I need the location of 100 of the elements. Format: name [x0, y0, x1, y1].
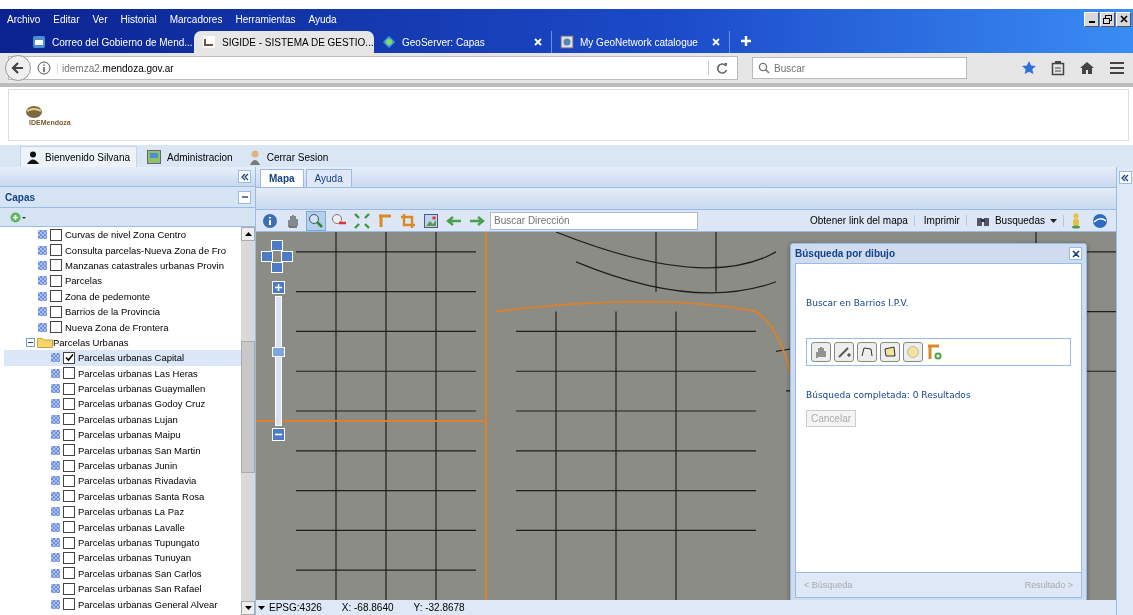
toolbar-button[interactable]: Obtener link del mapa: [804, 215, 915, 226]
checkbox[interactable]: [63, 521, 75, 534]
layer-row[interactable]: Parcelas urbanas San Martin: [4, 442, 241, 458]
pencil-icon[interactable]: [834, 342, 854, 362]
checkbox[interactable]: [63, 398, 75, 410]
checkbox[interactable]: [50, 228, 62, 241]
checkbox[interactable]: [50, 290, 62, 303]
menu-item[interactable]: Ver: [91, 13, 109, 25]
hand-icon[interactable]: [811, 342, 831, 362]
menu-item[interactable]: Herramientas: [234, 13, 297, 25]
address-bar[interactable]: idemza2.mendoza.gov.ar: [8, 56, 738, 80]
layer-label: Parcelas: [65, 275, 102, 287]
checkbox[interactable]: [63, 444, 75, 457]
search-menu-button[interactable]: Busquedas: [969, 214, 1064, 227]
layer-row[interactable]: Parcelas urbanas La Paz: [4, 504, 241, 520]
checkbox[interactable]: [63, 536, 75, 549]
checkbox[interactable]: [63, 598, 75, 611]
checkbox[interactable]: [63, 490, 75, 503]
checkbox[interactable]: [63, 474, 75, 487]
expand-icon[interactable]: [1118, 171, 1132, 184]
polygon-icon[interactable]: [880, 342, 900, 362]
zoom-in-icon[interactable]: [306, 210, 326, 231]
menu-item[interactable]: Marcadores: [168, 13, 224, 25]
menu-icon[interactable]: [1109, 61, 1125, 75]
checkbox[interactable]: [63, 413, 75, 426]
checkbox[interactable]: [63, 505, 75, 518]
layer-row[interactable]: Parcelas urbanas Godoy Cruz: [4, 396, 241, 412]
clipboard-icon[interactable]: [1051, 60, 1065, 76]
browser-tab[interactable]: SIGIDE - SISTEMA DE GESTIO...: [194, 31, 374, 53]
checkbox[interactable]: [63, 551, 75, 564]
layer-row[interactable]: Parcelas: [4, 273, 241, 289]
user-bar-button[interactable]: Administracion: [141, 147, 239, 167]
map-tab[interactable]: Mapa: [260, 169, 304, 187]
checkbox[interactable]: [63, 382, 75, 395]
collapse-icon[interactable]: [238, 170, 251, 183]
checkbox[interactable]: [50, 259, 62, 272]
polyline-icon[interactable]: [857, 342, 877, 362]
layer-row[interactable]: Parcelas urbanas Maipu: [4, 427, 241, 443]
layer-row[interactable]: Parcelas urbanas San Rafael: [4, 581, 241, 597]
checkbox[interactable]: [63, 582, 75, 595]
folder-row[interactable]: Parcelas Urbanas: [4, 334, 241, 351]
checkbox[interactable]: [50, 274, 62, 287]
globe-icon[interactable]: [1092, 212, 1108, 229]
layer-row[interactable]: Parcelas urbanas Rivadavia: [4, 473, 241, 489]
layer-row[interactable]: Parcelas urbanas Las Heras: [4, 365, 241, 381]
address-search-field[interactable]: Buscar Dirección: [490, 211, 698, 230]
back-button[interactable]: [5, 55, 31, 81]
projection-select[interactable]: EPSG:4326: [256, 602, 322, 613]
layer-row[interactable]: Parcelas urbanas Capital: [4, 350, 241, 366]
close-icon[interactable]: [1069, 247, 1082, 260]
checkbox[interactable]: [50, 321, 62, 334]
layer-row[interactable]: Nueva Zona de Frontera: [4, 319, 241, 335]
layer-row[interactable]: Parcelas urbanas General Alvear: [4, 596, 241, 612]
layer-row[interactable]: Barrios de la Provincia: [4, 303, 241, 320]
pan-control[interactable]: [261, 240, 291, 272]
restore-icon[interactable]: [1100, 11, 1115, 27]
layer-row[interactable]: Zona de pedemonte: [4, 288, 241, 304]
layer-row[interactable]: Parcelas urbanas Guaymallen: [4, 380, 241, 397]
layer-row[interactable]: Parcelas urbanas Lujan: [4, 411, 241, 428]
add-layer-button[interactable]: [10, 211, 28, 223]
layer-row[interactable]: Manzanas catastrales urbanas Provin: [4, 257, 241, 274]
user-bar-button[interactable]: Cerrar Sesion: [242, 147, 335, 167]
layer-row[interactable]: Curvas de nivel Zona Centro: [4, 227, 241, 243]
down-arrow-icon[interactable]: [244, 606, 252, 610]
layer-row[interactable]: Parcelas urbanas Lavalle: [4, 519, 241, 535]
scrollbar[interactable]: [241, 227, 255, 615]
checkbox[interactable]: [63, 459, 75, 472]
menu-item[interactable]: Archivo: [6, 13, 42, 25]
zoom-in-button[interactable]: [272, 281, 285, 294]
up-arrow-icon[interactable]: [244, 232, 252, 236]
menu-item[interactable]: Historial: [119, 13, 158, 25]
layer-row[interactable]: Parcelas urbanas San Carlos: [4, 565, 241, 581]
plus-icon[interactable]: [740, 35, 752, 47]
menu-item[interactable]: Ayuda: [307, 13, 338, 25]
checkbox[interactable]: [63, 567, 75, 580]
checkbox[interactable]: [63, 428, 75, 441]
user-bar-button[interactable]: Bienvenido Silvana: [20, 146, 138, 167]
home-icon[interactable]: [1079, 60, 1095, 76]
zoom-out-button[interactable]: [272, 428, 285, 441]
search-field[interactable]: Buscar: [752, 57, 967, 79]
layer-row[interactable]: Parcelas urbanas Tupungato: [4, 534, 241, 551]
collapse-icon[interactable]: [26, 337, 35, 347]
zoom-slider[interactable]: [275, 296, 282, 426]
toolbar-button[interactable]: Imprimir: [917, 215, 967, 226]
reload-icon[interactable]: [708, 61, 729, 75]
checkbox[interactable]: [63, 351, 75, 364]
map-tab[interactable]: Ayuda: [305, 169, 352, 187]
menu-item[interactable]: Editar: [52, 13, 81, 25]
layer-row[interactable]: Parcelas urbanas Tunuyan: [4, 550, 241, 566]
layer-row[interactable]: Parcelas urbanas Junin: [4, 457, 241, 474]
person-icon[interactable]: [1071, 212, 1081, 229]
layer-row[interactable]: Parcelas urbanas Santa Rosa: [4, 488, 241, 505]
checkbox[interactable]: [63, 367, 75, 380]
checkbox[interactable]: [50, 244, 62, 257]
checkbox[interactable]: [50, 305, 62, 318]
add-layer-icon[interactable]: [926, 344, 942, 360]
zoom-slider-thumb[interactable]: [272, 347, 285, 358]
star-icon[interactable]: [1021, 60, 1037, 76]
info-icon[interactable]: [37, 61, 51, 75]
layer-row[interactable]: Consulta parcelas-Nueva Zona de Fro: [4, 242, 241, 258]
